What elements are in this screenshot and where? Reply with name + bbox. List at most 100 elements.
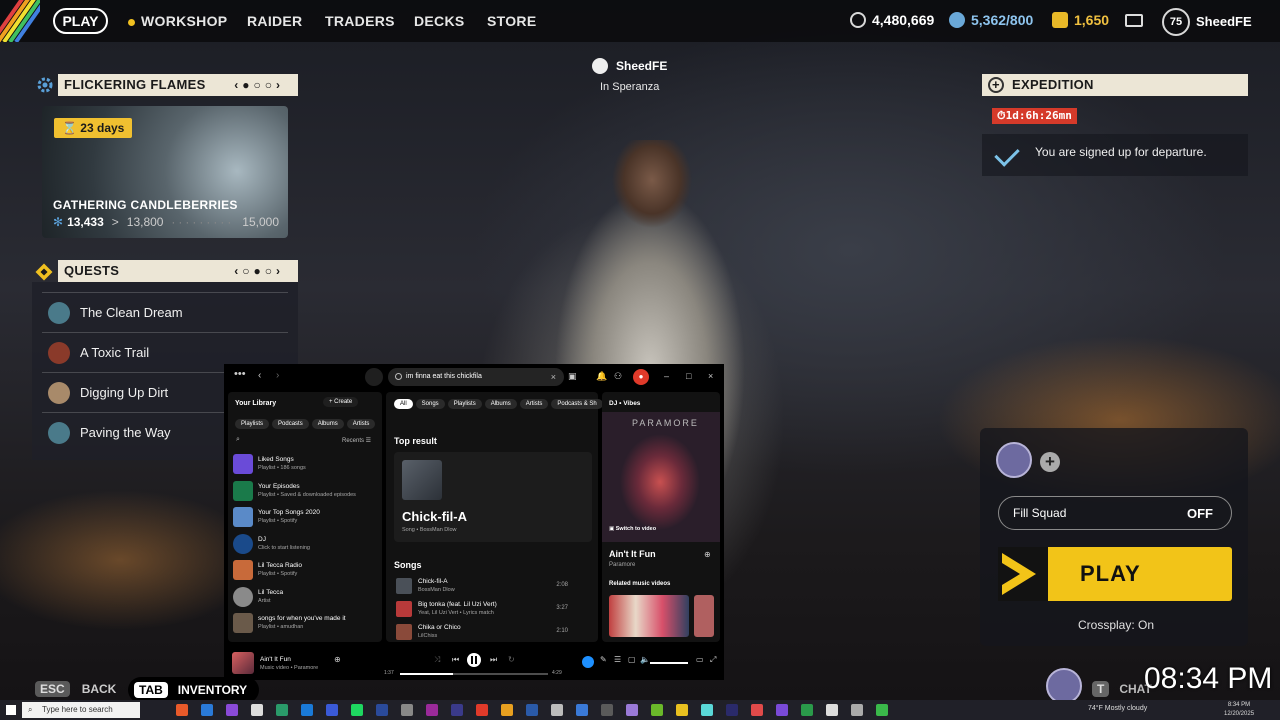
play-button[interactable]: PLAY	[998, 547, 1232, 601]
related-video-thumbnail[interactable]	[694, 595, 714, 637]
taskbar-app-icon[interactable]	[701, 704, 713, 716]
switch-to-video-button[interactable]: ▣ Switch to video	[609, 526, 656, 532]
more-menu-icon[interactable]: •••	[234, 368, 246, 380]
spotify-window[interactable]: ••• ‹ › im finna eat this chickfila × ▣ …	[224, 364, 724, 680]
nav-raider-tab[interactable]: RAIDER	[247, 13, 302, 29]
playback-progress-bar[interactable]	[400, 673, 548, 675]
event-card[interactable]: ⌛ 23 days GATHERING CANDLEBERRIES ✻ 13,4…	[42, 106, 288, 238]
forward-arrow-icon[interactable]: ›	[276, 370, 279, 381]
squad-member-avatar[interactable]	[996, 442, 1032, 478]
related-video-thumbnail[interactable]	[609, 595, 689, 637]
filter-chip[interactable]: Songs	[415, 399, 445, 409]
volume-slider[interactable]	[650, 662, 688, 664]
event-pager[interactable]: ‹●○○›	[234, 74, 284, 96]
dj-icon[interactable]	[582, 656, 594, 668]
filter-chip[interactable]: Podcasts & Sh	[551, 399, 603, 409]
nav-store-tab[interactable]: STORE	[487, 13, 536, 29]
library-item[interactable]: DJ Click to start listening	[233, 532, 377, 558]
chat-button[interactable]: T CHAT	[1092, 681, 1152, 697]
player-level-badge[interactable]: 75	[1162, 8, 1190, 36]
taskbar-app-icon[interactable]	[851, 704, 863, 716]
taskbar-app-icon[interactable]	[276, 704, 288, 716]
taskbar-app-icon[interactable]	[726, 704, 738, 716]
home-icon[interactable]	[365, 368, 383, 386]
queue-icon[interactable]: ☰	[614, 655, 621, 664]
taskbar-app-icon[interactable]	[326, 704, 338, 716]
miniplayer-icon[interactable]: ▭	[696, 655, 704, 664]
shuffle-icon[interactable]: ⤨	[434, 655, 440, 665]
taskbar-app-icon[interactable]	[776, 704, 788, 716]
player-song[interactable]: Ain't It Fun	[260, 656, 291, 663]
windows-start-icon[interactable]	[6, 705, 16, 715]
pager-prev-icon[interactable]: ‹	[234, 264, 242, 278]
taskbar-app-icon[interactable]	[826, 704, 838, 716]
clear-search-icon[interactable]: ×	[551, 368, 556, 386]
taskbar-search-input[interactable]: ⌕ Type here to search	[22, 702, 140, 718]
back-arrow-icon[interactable]: ‹	[258, 370, 261, 381]
repeat-icon[interactable]: ↻	[508, 655, 515, 664]
pager-next-icon[interactable]: ›	[276, 264, 284, 278]
nav-decks-tab[interactable]: DECKS	[414, 13, 465, 29]
taskbar-app-icon[interactable]	[501, 704, 513, 716]
chat-avatar[interactable]	[1046, 668, 1082, 704]
pager-next-icon[interactable]: ›	[276, 78, 284, 92]
taskbar-app-icon[interactable]	[401, 704, 413, 716]
taskbar-app-icon[interactable]	[576, 704, 588, 716]
connect-device-icon[interactable]: ▢	[628, 655, 636, 664]
taskbar-app-icon[interactable]	[801, 704, 813, 716]
filter-chip[interactable]: Playlists	[447, 399, 482, 409]
taskbar-app-icon[interactable]	[651, 704, 663, 716]
volume-icon[interactable]: 🔈	[640, 655, 650, 664]
bell-icon[interactable]: 🔔	[596, 371, 607, 382]
sort-recents[interactable]: Recents ☰	[342, 437, 371, 444]
taskbar-app-icon[interactable]	[676, 704, 688, 716]
taskbar-app-icon[interactable]	[601, 704, 613, 716]
chip-artists[interactable]: Artists	[346, 419, 376, 429]
maximize-icon[interactable]: □	[686, 371, 691, 381]
chip-playlists[interactable]: Playlists	[235, 419, 270, 429]
top-result-card[interactable]: Chick-fil-A Song • BossMan Dlow	[394, 452, 592, 542]
friends-icon[interactable]: ⚇	[614, 371, 622, 382]
taskbar-app-icon[interactable]	[526, 704, 538, 716]
library-item[interactable]: songs for when you've made it Playlist • …	[233, 611, 377, 637]
taskbar-app-icon[interactable]	[201, 704, 213, 716]
back-button[interactable]: ESC BACK	[35, 681, 116, 697]
previous-track-icon[interactable]: ⏮	[452, 655, 459, 665]
taskbar-app-icon[interactable]	[751, 704, 763, 716]
spotify-avatar[interactable]: ●	[633, 369, 649, 385]
browse-icon[interactable]: ▣	[568, 371, 577, 382]
nav-play-tab[interactable]: PLAY	[53, 8, 108, 34]
add-squad-member-icon[interactable]: +	[1040, 452, 1060, 472]
next-track-icon[interactable]: ⏭	[490, 655, 497, 665]
now-playing-artist[interactable]: Paramore	[609, 562, 635, 568]
pager-prev-icon[interactable]: ‹	[234, 78, 242, 92]
song-row[interactable]: Big tonka (feat. Lil Uzi Vert) Yeat, Lil …	[394, 599, 584, 621]
expand-plus-icon[interactable]: +	[988, 77, 1004, 93]
create-button[interactable]: + Create	[323, 397, 359, 407]
pause-button[interactable]	[467, 653, 481, 667]
taskbar-app-icon[interactable]	[376, 704, 388, 716]
song-row[interactable]: Chick-fil-A BossMan Dlow 2:08	[394, 576, 584, 598]
filter-chip[interactable]: Artists	[519, 399, 549, 409]
library-item[interactable]: Your Episodes Playlist • Saved & download…	[233, 479, 377, 505]
minimize-icon[interactable]: –	[664, 371, 669, 381]
mail-icon[interactable]	[1125, 14, 1143, 27]
chip-podcasts[interactable]: Podcasts	[272, 419, 309, 429]
close-icon[interactable]: ×	[708, 371, 713, 381]
taskbar-app-icon[interactable]	[426, 704, 438, 716]
add-to-library-icon[interactable]: ⊕	[704, 550, 711, 559]
taskbar-app-icon[interactable]	[351, 704, 363, 716]
library-item[interactable]: Your Top Songs 2020 Playlist • Spotify	[233, 505, 377, 531]
profile-name[interactable]: SheedFE	[1196, 14, 1252, 29]
taskbar-app-icon[interactable]	[301, 704, 313, 716]
lyrics-icon[interactable]: ✎	[600, 655, 607, 664]
filter-chip[interactable]: Albums	[484, 399, 517, 409]
library-item[interactable]: Lil Tecca Radio Playlist • Spotify	[233, 558, 377, 584]
system-clock[interactable]: 8:34 PM 12/20/2025	[1224, 701, 1254, 719]
fill-squad-toggle[interactable]: Fill Squad OFF	[998, 496, 1232, 530]
expedition-header[interactable]: + EXPEDITION	[982, 74, 1248, 96]
library-item[interactable]: Lil Tecca Artist	[233, 585, 377, 611]
add-to-liked-icon[interactable]: ⊕	[334, 655, 341, 664]
taskbar-app-icon[interactable]	[551, 704, 563, 716]
quests-pager[interactable]: ‹○●○›	[234, 260, 284, 282]
